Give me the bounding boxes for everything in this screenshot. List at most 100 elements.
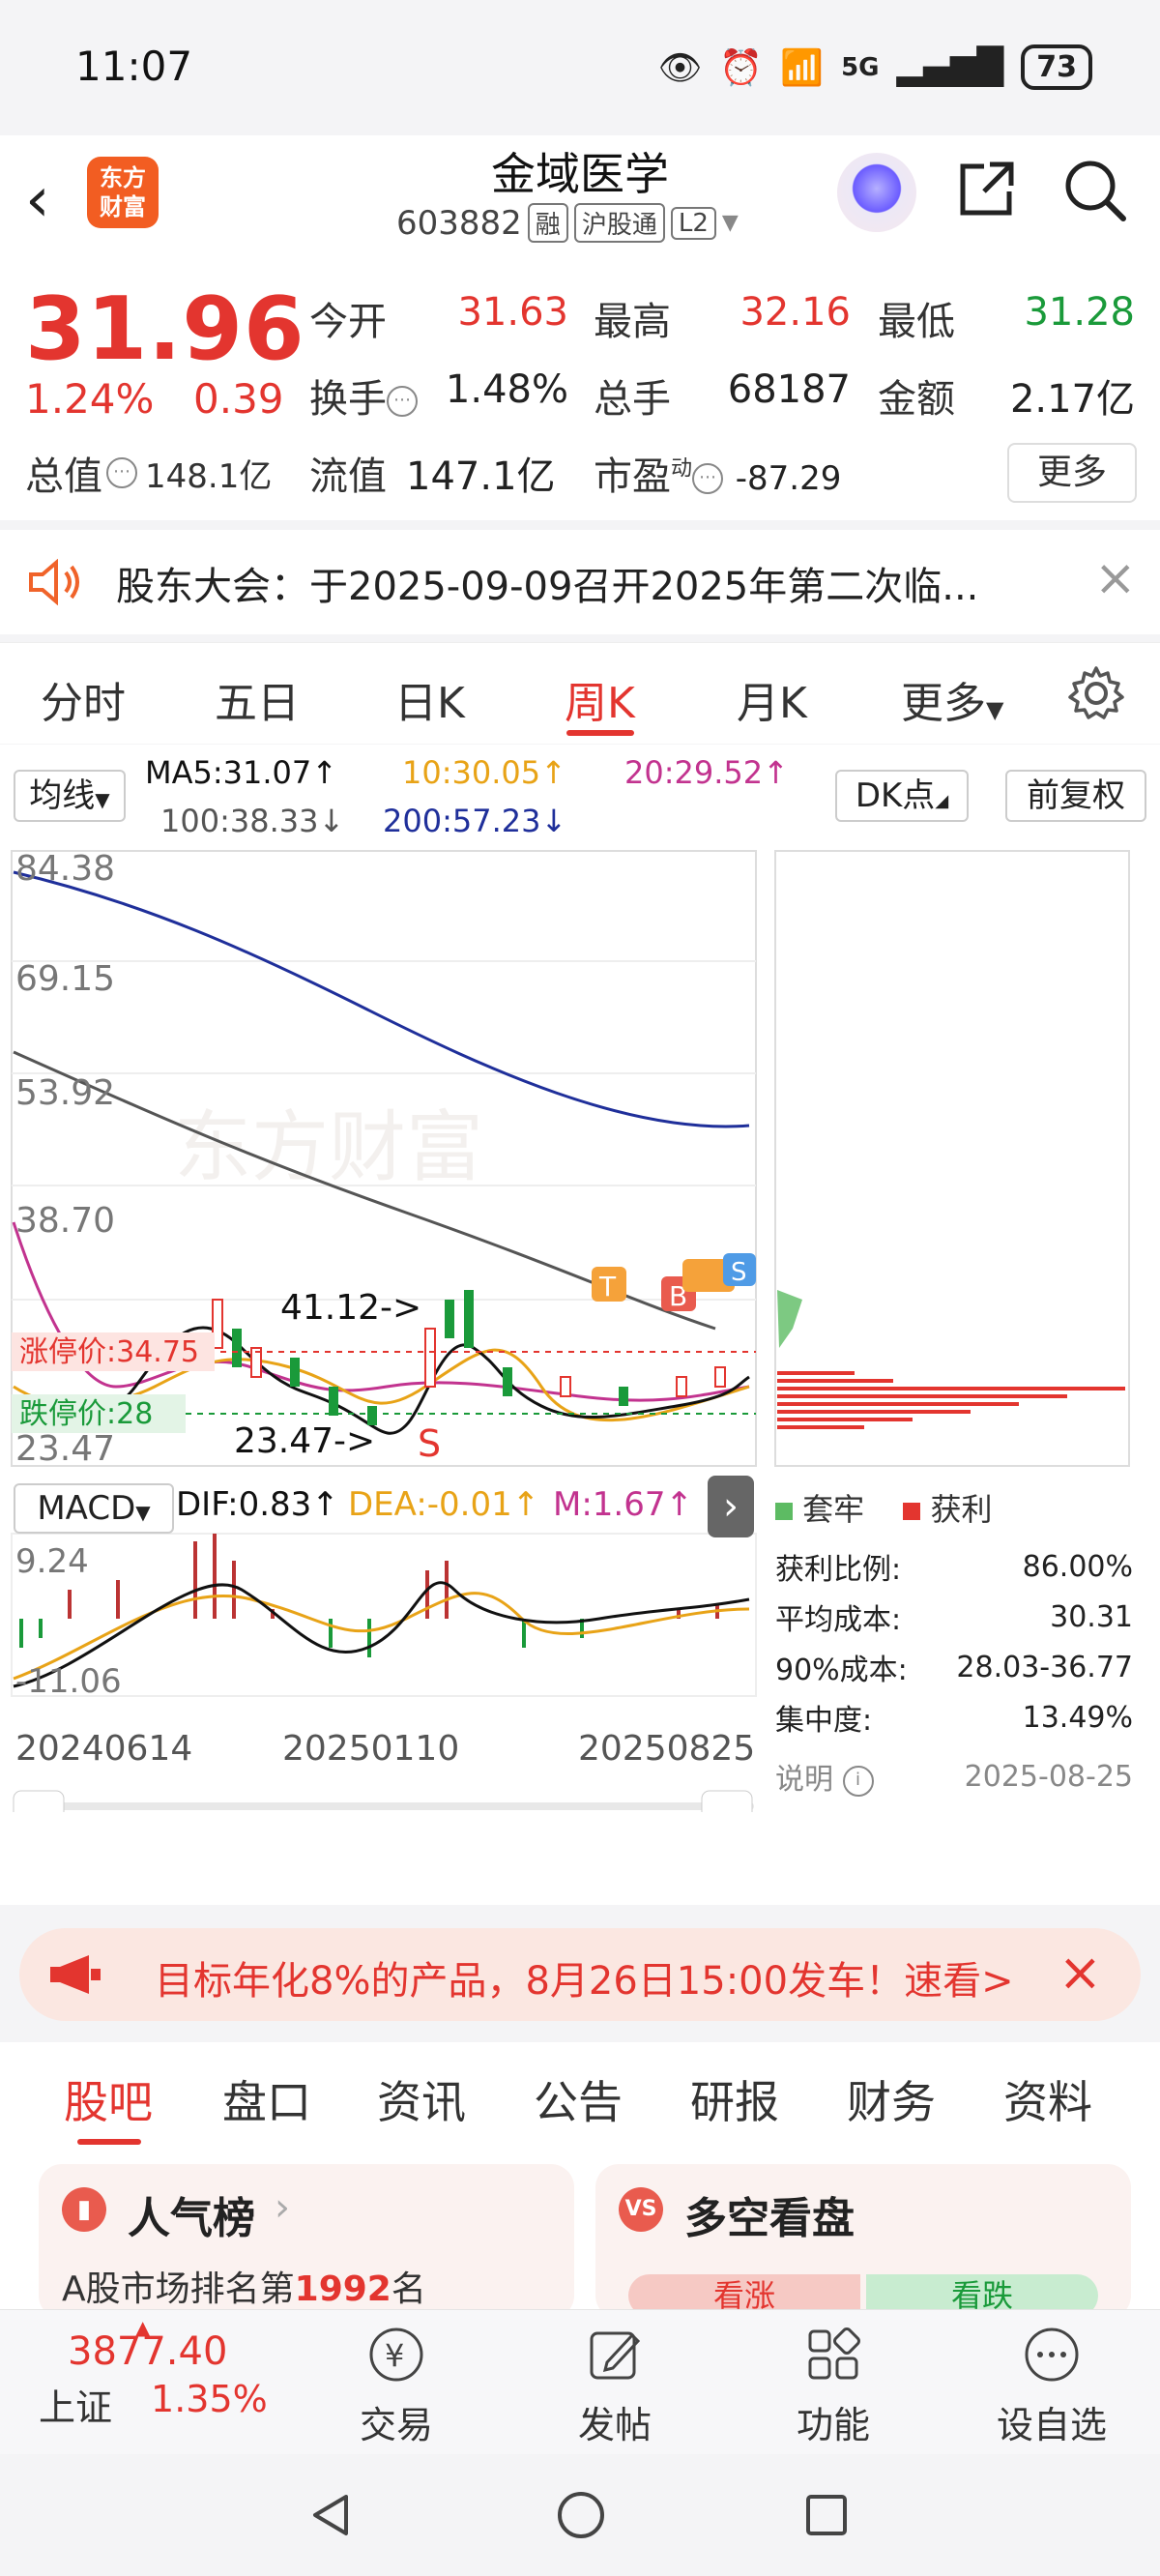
tab-month-k[interactable]: 月K: [737, 668, 807, 730]
tab-day-k[interactable]: 日K: [394, 668, 465, 730]
tab-more[interactable]: 更多▼: [901, 668, 1003, 730]
candle: [232, 1329, 242, 1367]
promo-banner[interactable]: 目标年化8%的产品，8月26日15:00发车！速看> ×: [19, 1928, 1141, 2021]
tab-research[interactable]: 研报: [690, 2067, 779, 2131]
assistant-robot-icon[interactable]: [837, 153, 916, 232]
nav-trade[interactable]: ¥ 交易: [319, 2324, 474, 2448]
index-widget[interactable]: ▲ 3877.40 上证 1.35%: [39, 2316, 268, 2431]
wifi-icon: 📶: [780, 47, 825, 88]
chip-row: 获利比例: 86.00%: [775, 1541, 1133, 1592]
tab-finance[interactable]: 财务: [847, 2067, 936, 2131]
tab-week-k[interactable]: 周K: [565, 668, 635, 730]
recents-square-icon[interactable]: [802, 2491, 851, 2539]
legend-trap: 套牢: [802, 1491, 865, 1528]
tab-5day[interactable]: 五日: [215, 668, 300, 730]
tab-profile[interactable]: 资料: [1003, 2067, 1092, 2131]
more-button[interactable]: 更多: [1007, 443, 1137, 503]
total-value: 总值 ⋯ 148.1亿: [25, 445, 272, 501]
more-circle-icon: [1025, 2327, 1079, 2382]
ma-selector[interactable]: 均线▼: [14, 770, 126, 822]
info-icon[interactable]: ⋯: [387, 386, 418, 417]
search-icon[interactable]: [1061, 157, 1129, 224]
macd-selector-label: MACD: [37, 1489, 136, 1528]
open-label: 今开: [309, 300, 387, 344]
eye-icon: 👁: [657, 47, 703, 88]
nav-post[interactable]: 发帖: [537, 2324, 692, 2448]
active-tab-indicator: [566, 730, 634, 736]
macd-bar: [445, 1561, 449, 1619]
tab-more-label: 更多: [901, 679, 986, 728]
candle: [676, 1376, 687, 1397]
back-triangle-icon[interactable]: [307, 2491, 356, 2539]
m-label: M:1.67↑: [553, 1485, 693, 1524]
promo-text: 目标年化8%的产品，8月26日15:00发车！速看>: [155, 1959, 1014, 2004]
tab-orderbook[interactable]: 盘口: [222, 2067, 311, 2131]
stock-code: 603882: [396, 203, 522, 243]
gear-icon[interactable]: [1067, 664, 1125, 722]
home-circle-icon[interactable]: [555, 2489, 607, 2541]
macd-selector[interactable]: MACD▼: [14, 1483, 174, 1534]
ma100-label: 100:38.33↓: [160, 803, 345, 839]
ma5-label: MA5:31.07↑: [145, 754, 338, 791]
chip-bar: [777, 1425, 864, 1429]
close-icon[interactable]: ×: [1058, 1942, 1102, 2003]
macd-pane: [11, 1533, 757, 1697]
vs-icon: VS: [619, 2187, 663, 2232]
y-label: 84.38: [15, 849, 115, 889]
total-value-label: 总值: [25, 454, 102, 499]
nav-functions[interactable]: 功能: [756, 2324, 911, 2448]
adjust-button[interactable]: 前复权: [1005, 770, 1146, 822]
amount-label: 金额: [878, 377, 955, 422]
chip-label: 获利比例:: [775, 1553, 902, 1587]
info-icon[interactable]: ⋯: [106, 457, 137, 488]
chip-note[interactable]: 说明 i: [775, 1755, 874, 1798]
ma20-label: 20:29.52↑: [624, 754, 789, 791]
tab-announcements[interactable]: 公告: [534, 2067, 623, 2131]
volume-label: 总手: [594, 377, 671, 422]
nav-post-label: 发帖: [577, 2404, 652, 2446]
ma-selector-label: 均线: [29, 776, 96, 815]
popularity-card[interactable]: ▮ 人气榜 › A股市场排名第1992名: [39, 2164, 574, 2319]
notice-bar[interactable]: 股东大会：于2025-09-09召开2025年第二次临... ×: [0, 530, 1160, 634]
nav-functions-label: 功能: [796, 2404, 870, 2446]
index-percent: 1.35%: [151, 2378, 268, 2420]
nav-watchlist[interactable]: 设自选: [974, 2324, 1129, 2448]
tab-intraday[interactable]: 分时: [41, 668, 126, 730]
candle: [329, 1387, 338, 1416]
close-icon[interactable]: ×: [1094, 549, 1137, 607]
trap-swatch: [775, 1503, 793, 1520]
rank-text: A股市场排名第1992名: [62, 2261, 426, 2311]
system-nav-bar: [0, 2454, 1160, 2576]
bar-chart-icon: ▮: [62, 2187, 106, 2232]
tag-connect: 沪股通: [573, 203, 665, 243]
chip-bar: [777, 1410, 971, 1414]
turnover-value: 1.48%: [445, 367, 568, 412]
dea-line: [13, 1592, 750, 1681]
dea-label: DEA:-0.01↑: [348, 1485, 540, 1524]
bull-bear-card[interactable]: VS 多空看盘 看涨 看跌: [595, 2164, 1131, 2319]
bull-bear-title: 多空看盘: [684, 2194, 855, 2243]
status-bar: 11:07 👁 ⏰ 📶 5G ▂▄▆█ 73: [0, 0, 1160, 135]
dk-label: DK点: [855, 776, 936, 815]
tab-forum[interactable]: 股吧: [64, 2067, 153, 2131]
chip-label: 集中度:: [775, 1704, 873, 1738]
tab-news[interactable]: 资讯: [377, 2067, 466, 2131]
amount-value: 2.17亿: [1009, 377, 1135, 422]
popularity-title: 人气榜: [128, 2194, 255, 2243]
chevron-right-icon: ›: [275, 2185, 290, 2230]
dropdown-icon[interactable]: ▼: [722, 211, 739, 235]
chip-distribution: [777, 1290, 1125, 1429]
high-value: 32.16: [740, 290, 851, 335]
alarm-icon: ⏰: [719, 47, 764, 88]
expand-arrow-icon[interactable]: ›: [708, 1476, 754, 1537]
share-icon[interactable]: [955, 157, 1019, 220]
open-value: 31.63: [457, 290, 568, 335]
current-price: 31.96: [25, 278, 305, 380]
feature-cards: ▮ 人气榜 › A股市场排名第1992名 VS 多空看盘 看涨 看跌: [0, 2149, 1160, 2319]
chevron-down-icon: ▼: [95, 788, 110, 811]
info-icon[interactable]: ⋯: [692, 463, 724, 494]
chip-bar: [777, 1394, 1067, 1398]
y-label: 53.92: [15, 1073, 115, 1113]
dif-line: [13, 1581, 750, 1688]
dk-button[interactable]: DK点◢: [835, 770, 969, 822]
